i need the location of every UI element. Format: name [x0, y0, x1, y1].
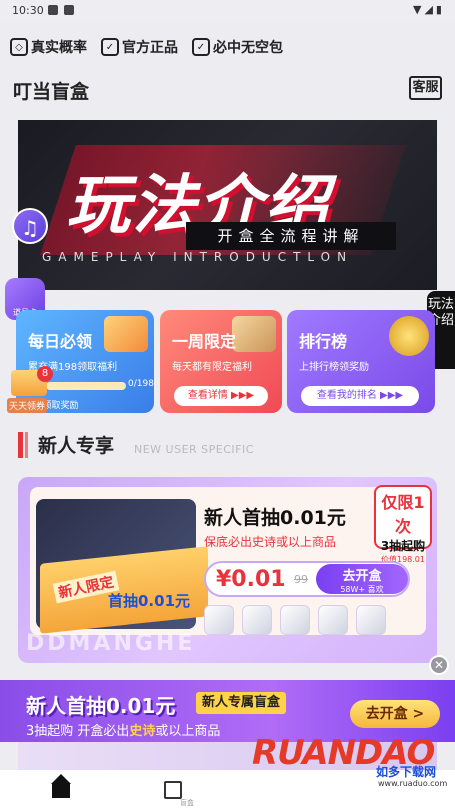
promo-watermark: DDMANGHE: [26, 631, 196, 656]
bottom-open-box-button[interactable]: 去开盒 >: [350, 700, 440, 728]
brand-title: 叮当盲盒: [13, 81, 90, 103]
card-title: 排行榜: [299, 332, 348, 351]
banner-subtitle: 开盒全流程讲解: [186, 222, 396, 250]
badge-line: 3抽起购: [380, 539, 426, 553]
music-note-icon[interactable]: ♫: [12, 208, 48, 244]
feature-badges: ◇ 真实概率 ✓ 官方正品 ✓ 必中无空包: [10, 36, 450, 58]
status-time: 10:30: [12, 4, 44, 17]
earbuds-product: [280, 605, 310, 635]
feature-no-empty: ✓ 必中无空包: [192, 36, 283, 58]
bottom-banner-title: 新人首抽0.01元: [26, 694, 176, 718]
card-subtitle: 每天都有限定福利: [172, 362, 252, 373]
watch-product: [242, 605, 272, 635]
feature-official-genuine: ✓ 官方正品: [101, 36, 178, 58]
section-title: 新人专享: [38, 435, 115, 457]
subtitle-text: 3抽起购 开盒必出: [26, 724, 130, 739]
card-subtitle: 上排行榜领奖励: [299, 362, 369, 373]
site-watermark-logo: RUANDAO 如多下载网 www.ruaduo.com: [252, 733, 447, 793]
prize-products: [204, 605, 414, 641]
home-icon[interactable]: [50, 774, 72, 800]
check-icon: ✓: [192, 38, 210, 56]
shield-icon: ✓: [101, 38, 119, 56]
open-box-label: 去开盒: [342, 569, 382, 584]
price-old: 99: [294, 573, 308, 586]
feature-label: 真实概率: [31, 40, 87, 56]
section-english: NEW USER SPECIFIC: [134, 443, 254, 456]
system-icons: ▼◢▮: [413, 3, 445, 16]
box-outline: [164, 781, 182, 799]
notification-icon: [48, 5, 58, 15]
customer-service-button[interactable]: 客服: [409, 76, 442, 100]
leaderboard-card[interactable]: 排行榜 上排行榜领奖励 查看我的排名 ▶▶▶: [287, 310, 435, 413]
daily-coupon-button[interactable]: 8 天天领券: [7, 366, 53, 413]
promo-title: 新人首抽0.01元: [204, 507, 346, 529]
tab-box-label: 盲盒: [180, 799, 194, 807]
likes-count: 58W+ 喜欢: [340, 585, 384, 594]
bottom-banner-subtitle: 3抽起购 开盒必出史诗或以上商品: [26, 720, 220, 739]
view-my-rank-button[interactable]: 查看我的排名 ▶▶▶: [301, 386, 419, 406]
signin-label: 天天领券: [7, 398, 48, 413]
section-accent: [25, 432, 28, 458]
cube-icon: ◇: [10, 38, 28, 56]
card-title: 一周限定: [172, 332, 237, 351]
home-roof: [51, 774, 71, 784]
tablet-product: [356, 605, 386, 635]
newcomer-promo-card[interactable]: 新人限定 首抽0.01元 新人首抽0.01元 保底必出史诗或以上商品 仅限1次 …: [18, 477, 437, 663]
trophy-icon: [389, 316, 429, 356]
card-title: 每日必领: [28, 332, 93, 351]
phone-product: [204, 605, 234, 635]
gift-line: 首抽0.01元: [108, 592, 191, 610]
section-accent: [18, 432, 23, 458]
feature-label: 必中无空包: [213, 40, 283, 56]
feature-label: 官方正品: [122, 40, 178, 56]
box-icon[interactable]: [162, 778, 184, 800]
daily-progress-text: 0/198: [128, 379, 154, 389]
view-details-button[interactable]: 查看详情 ▶▶▶: [174, 386, 268, 406]
subtitle-highlight: 史诗: [129, 724, 156, 739]
phone-product: [318, 605, 348, 635]
feature-real-probability: ◇ 真实概率: [10, 36, 87, 58]
badge-line: 仅限1次: [381, 493, 425, 536]
logo-url: www.ruaduo.com: [378, 779, 448, 788]
subtitle-text: 或以上商品: [155, 724, 221, 739]
status-bar: 10:30 ▼◢▮: [0, 0, 455, 22]
bottom-banner-pill: 新人专属盲盒: [196, 692, 287, 714]
gift-box-icon: [232, 316, 276, 352]
gift-box-icon: [104, 316, 148, 352]
banner-english: GAMEPLAY INTRODUCTLON: [42, 250, 354, 264]
daily-progress-bar: [46, 382, 126, 390]
logo-cn: 如多下载网: [376, 765, 437, 779]
app-icon: [64, 5, 74, 15]
once-only-badge: 仅限1次 3抽起购 价值198.01: [374, 485, 432, 564]
signin-badge: 8: [37, 366, 53, 382]
price-bar: ¥0.01 99 去开盒 58W+ 喜欢: [204, 561, 410, 597]
gameplay-banner[interactable]: 玩法介绍 开盒全流程讲解 GAMEPLAY INTRODUCTLON: [18, 120, 437, 290]
price: ¥0.01: [216, 567, 286, 592]
home-body: [52, 784, 70, 798]
open-box-button[interactable]: 去开盒 58W+ 喜欢: [316, 564, 408, 594]
weekly-limited-card[interactable]: 一周限定 每天都有限定福利 查看详情 ▶▶▶: [160, 310, 282, 413]
close-icon[interactable]: ✕: [429, 655, 449, 675]
promo-subtitle: 保底必出史诗或以上商品: [204, 535, 337, 549]
